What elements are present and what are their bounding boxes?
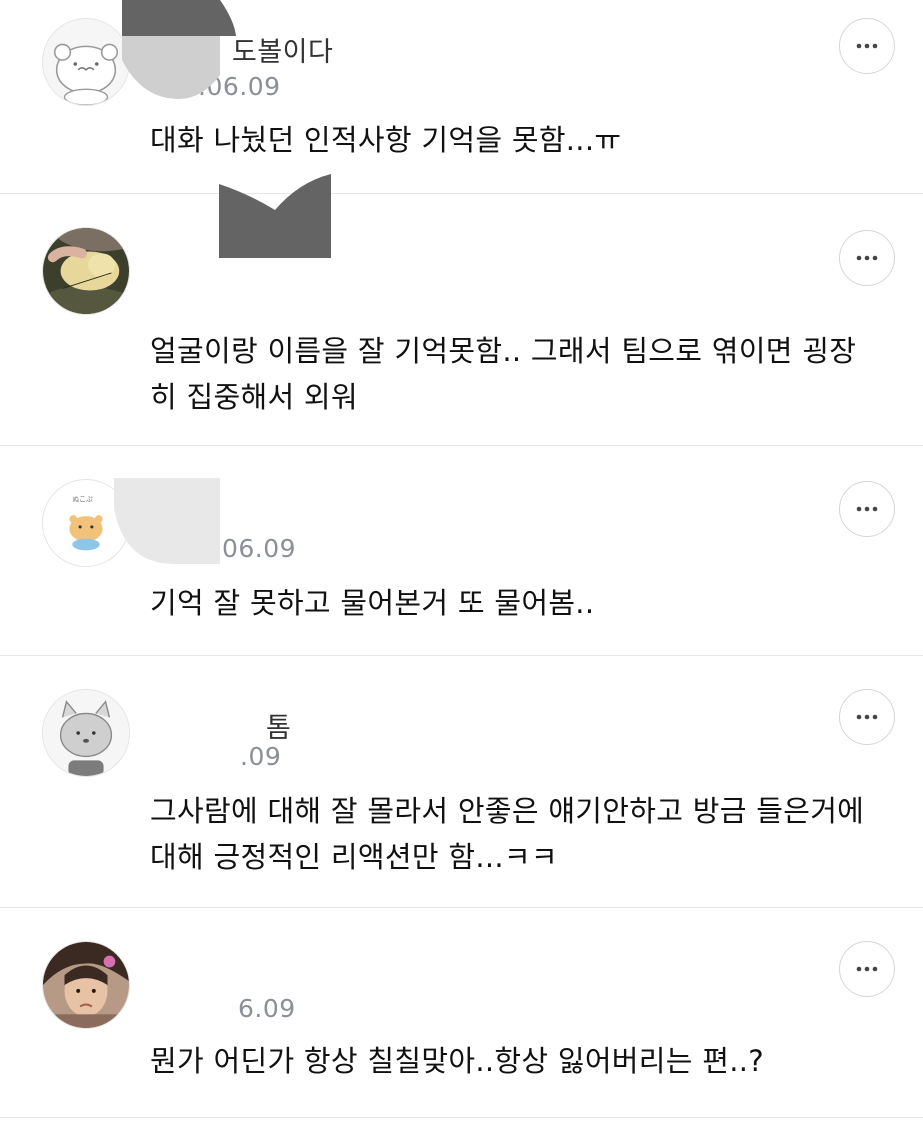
comment-list: 도볼이다 .06.09 대화 나눴던 인적사항 기억을 못함...ㅠ 얼굴이랑 … [0,0,923,1118]
comment-text: 뭔가 어딘가 항상 칠칠맞아..항상 잃어버리는 편..? [150,1044,764,1078]
comment-date: 06.09 [222,534,297,563]
more-options-button[interactable] [839,481,895,537]
more-options-icon [856,255,878,261]
more-options-button[interactable] [839,18,895,74]
comment-item: 톰 .09 그사람에 대해 잘 몰라서 안좋은 얘기안하고 방금 들은거에 대해… [0,656,923,908]
avatar[interactable] [42,689,130,777]
comment-item: 6.09 뭔가 어딘가 항상 칠칠맞아..항상 잃어버리는 편..? [0,908,923,1118]
redaction-mask [114,478,222,564]
comment-item: 얼굴이랑 이름을 잘 기억못함.. 그래서 팀으로 엮이면 굉장히 집중해서 외… [0,174,923,446]
more-options-button[interactable] [839,941,895,997]
chick-photo-icon [43,228,129,314]
more-options-icon [856,506,878,512]
redaction-shape-icon [114,478,220,564]
avatar[interactable] [42,18,130,106]
comment-text: 기억 잘 못하고 물어본거 또 물어봄.. [150,586,595,620]
bear-face-icon [43,19,129,105]
redaction-shape-icon [219,174,331,258]
comment-date: 6.09 [238,994,296,1023]
more-options-icon [856,966,878,972]
child-photo-icon [43,942,129,1028]
avatar[interactable] [42,941,130,1029]
username[interactable]: 톰 [266,706,291,745]
more-options-button[interactable] [839,689,895,745]
redaction-shape-icon [122,0,236,99]
svg-text:ぬこぷ: ぬこぷ [72,496,93,504]
comment-text: 얼굴이랑 이름을 잘 기억못함.. 그래서 팀으로 엮이면 굉장히 집중해서 외… [150,334,857,414]
avatar[interactable] [42,227,130,315]
gray-cat-icon [43,690,129,776]
redaction-mask [150,280,290,306]
comment-item: 도볼이다 .06.09 대화 나눴던 인적사항 기억을 못함...ㅠ [0,0,923,194]
more-options-button[interactable] [839,230,895,286]
comment-item: ぬこぷ 06.09 기억 잘 못하고 물어본거 또 물어봄.. [0,446,923,656]
more-options-icon [856,714,878,720]
redaction-mask [122,0,236,99]
username[interactable]: 도볼이다 [232,30,333,69]
comment-date: .09 [240,742,282,771]
more-options-icon [856,43,878,49]
comment-text: 그사람에 대해 잘 몰라서 안좋은 얘기안하고 방금 들은거에 대해 긍정적인 … [150,794,865,874]
comment-text: 대화 나눴던 인적사항 기억을 못함...ㅠ [150,123,622,157]
redaction-mask [219,174,331,258]
